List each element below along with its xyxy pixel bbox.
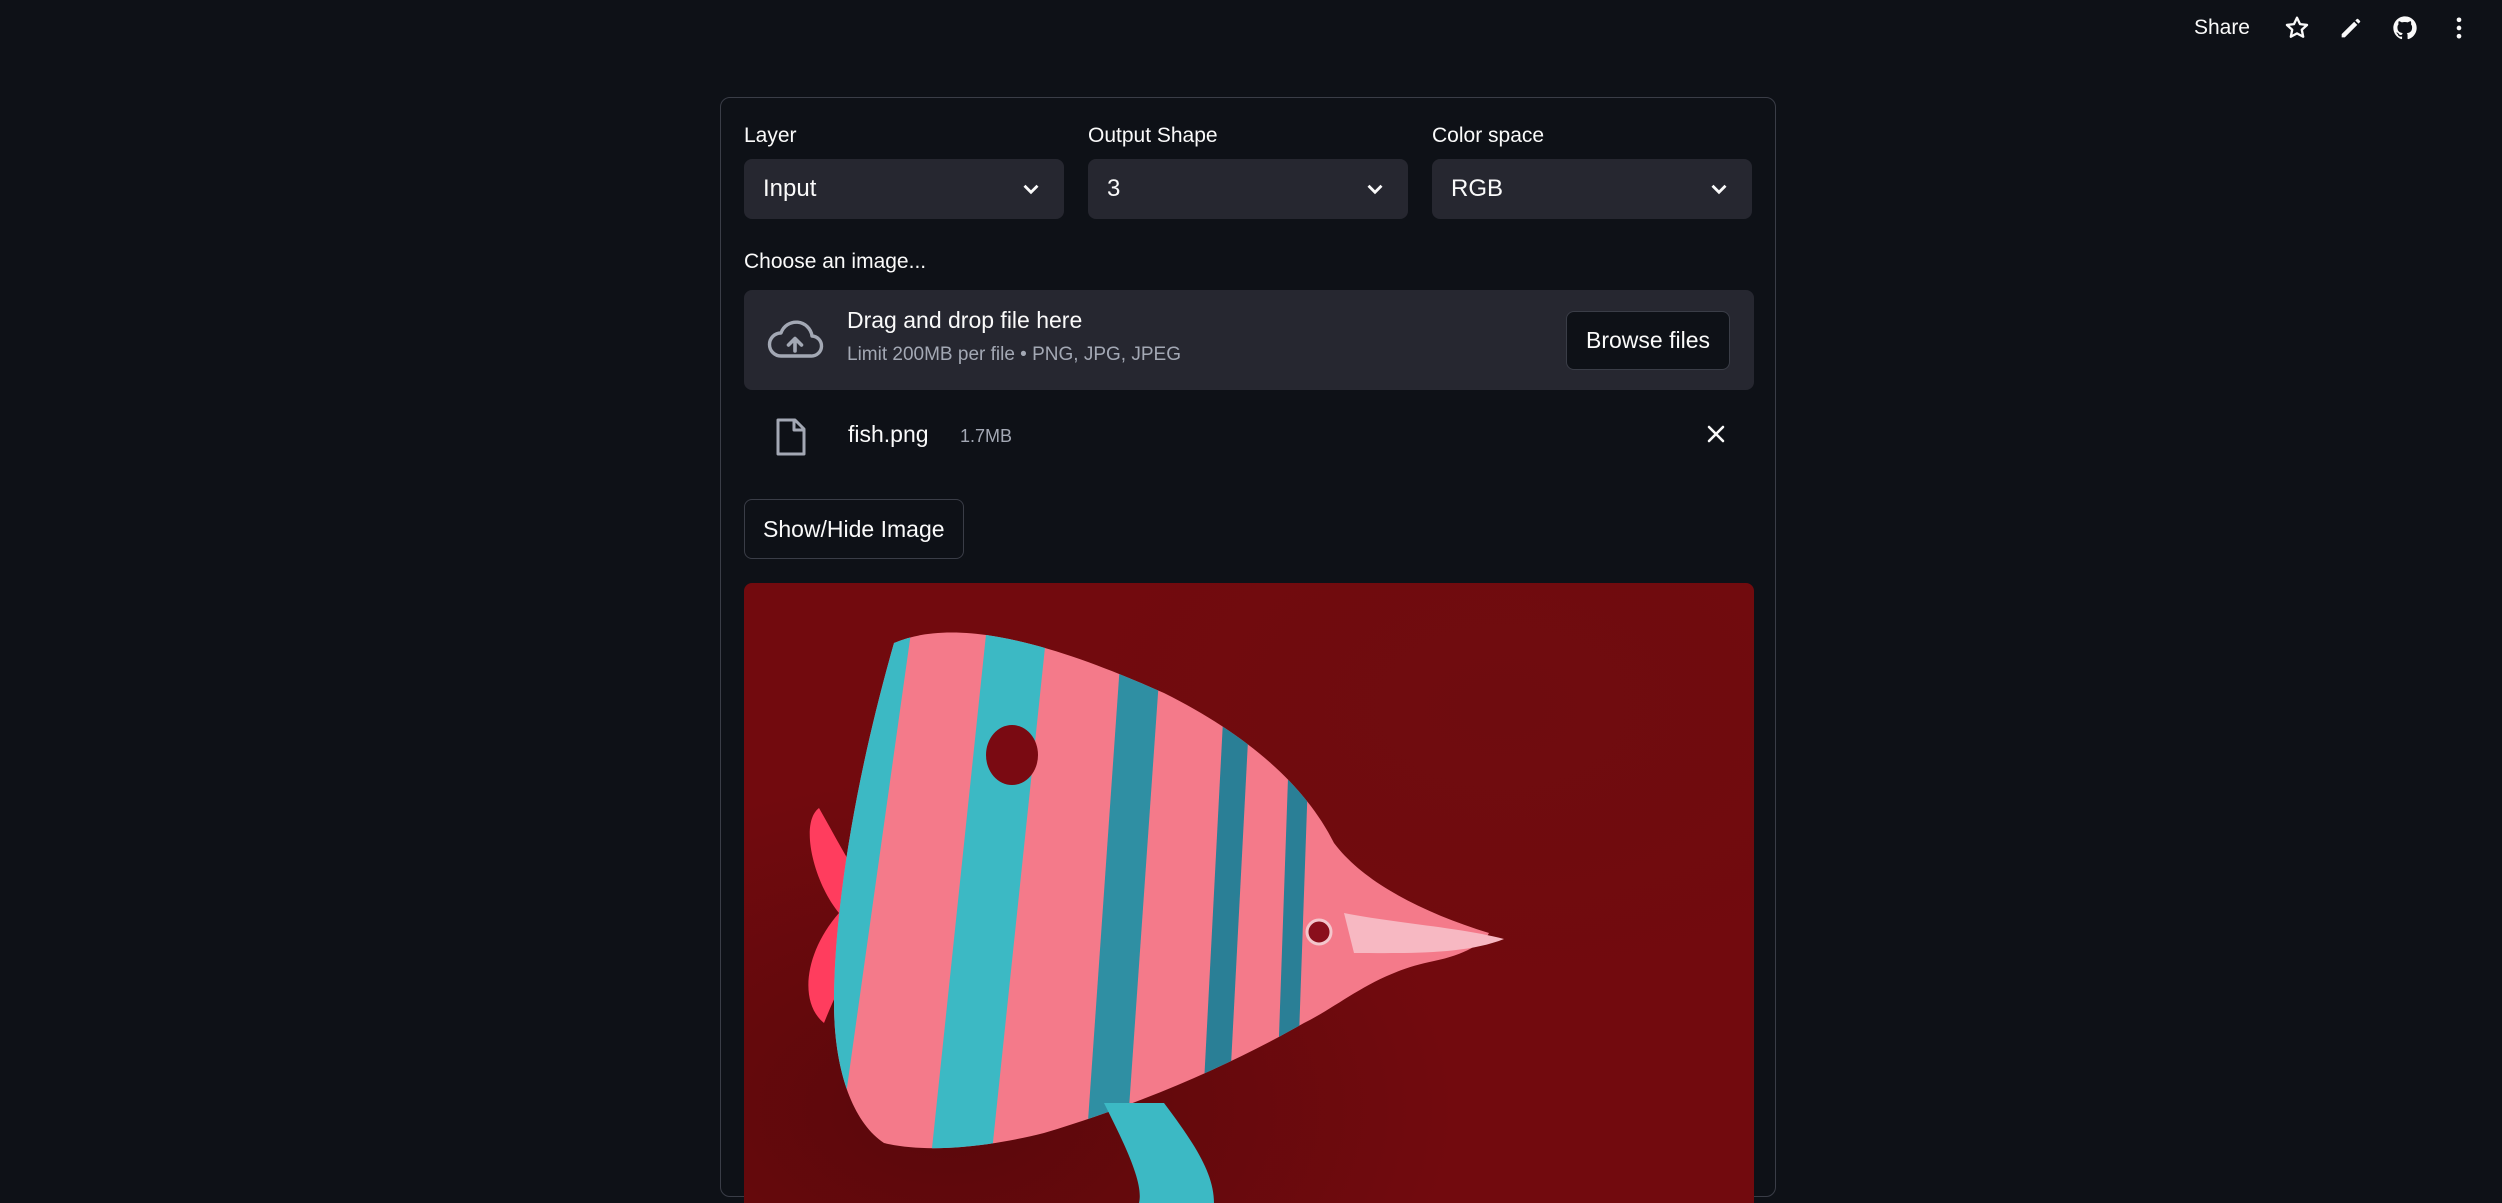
main-container: Layer Input Output Shape 3 Color space R… xyxy=(720,97,1776,1203)
file-name: fish.png xyxy=(848,421,929,447)
uploaded-file-row: fish.png 1.7MB xyxy=(744,405,1754,465)
layer-control: Layer Input xyxy=(744,123,1064,219)
remove-file-button[interactable] xyxy=(1700,418,1732,450)
browse-files-button[interactable]: Browse files xyxy=(1566,311,1730,370)
close-icon xyxy=(1707,425,1725,443)
more-vertical-icon[interactable] xyxy=(2432,1,2486,55)
cloud-upload-icon xyxy=(767,320,824,358)
pencil-icon[interactable] xyxy=(2324,1,2378,55)
fish-image xyxy=(744,583,1754,1203)
uploader-label: Choose an image... xyxy=(744,250,927,273)
output-shape-label: Output Shape xyxy=(1088,124,1218,147)
chevron-down-icon xyxy=(1367,184,1383,195)
show-hide-image-button[interactable]: Show/Hide Image xyxy=(744,499,964,559)
color-space-control: Color space RGB xyxy=(1432,123,1752,219)
output-shape-control: Output Shape 3 xyxy=(1088,123,1408,219)
file-icon xyxy=(776,418,806,456)
color-space-label: Color space xyxy=(1432,124,1545,147)
layer-label: Layer xyxy=(744,124,797,147)
fish-illustration xyxy=(808,632,1504,1203)
controls-row: Layer Input Output Shape 3 Color space R… xyxy=(744,123,1753,219)
layer-select-value: Input xyxy=(763,175,817,202)
top-toolbar: Share xyxy=(2194,0,2502,56)
share-button[interactable]: Share xyxy=(2194,16,2250,40)
dropzone-title: Drag and drop file here xyxy=(847,307,1083,333)
file-dropzone[interactable]: Drag and drop file here Limit 200MB per … xyxy=(744,290,1754,390)
dropzone-subtitle: Limit 200MB per file • PNG, JPG, JPEG xyxy=(847,344,1181,365)
chevron-down-icon xyxy=(1023,184,1039,195)
file-size: 1.7MB xyxy=(960,426,1013,446)
layer-select[interactable]: Input xyxy=(744,159,1064,219)
github-icon[interactable] xyxy=(2378,1,2432,55)
output-shape-select[interactable]: 3 xyxy=(1088,159,1408,219)
color-space-select-value: RGB xyxy=(1451,175,1504,202)
chevron-down-icon xyxy=(1711,184,1727,195)
color-space-select[interactable]: RGB xyxy=(1432,159,1752,219)
output-shape-select-value: 3 xyxy=(1107,175,1121,202)
star-icon[interactable] xyxy=(2270,1,2324,55)
